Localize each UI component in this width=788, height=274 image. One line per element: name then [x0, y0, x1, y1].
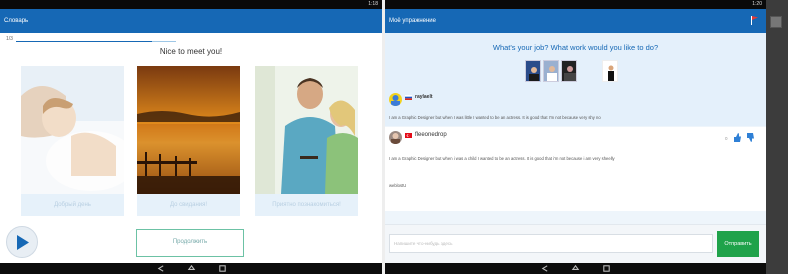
sunset-pier-image — [137, 66, 240, 194]
sleeping-woman-image — [21, 66, 124, 194]
home-icon[interactable] — [571, 264, 580, 273]
avatar[interactable] — [389, 93, 402, 106]
progress-bar — [16, 41, 176, 42]
russia-flag-icon — [405, 95, 412, 100]
job-photo-2[interactable] — [543, 60, 559, 82]
back-icon[interactable] — [540, 264, 549, 273]
smiling-couple-image — [255, 66, 358, 194]
comment-username[interactable]: raylaelt — [415, 94, 433, 100]
home-icon[interactable] — [187, 264, 196, 273]
card-caption: До свидания! — [137, 194, 240, 216]
thumbs-down-icon[interactable] — [746, 133, 754, 142]
answer-card-3[interactable]: Приятно познакомиться! — [255, 66, 358, 216]
comment-item: fleeonedrop I am a Graphic Designer but … — [385, 127, 766, 211]
card-caption: Приятно познакомиться! — [255, 194, 358, 216]
status-bar: 1:20 — [385, 0, 766, 9]
question-text: What's your job? What work would you lik… — [492, 43, 659, 52]
screen-title[interactable]: Словарь — [4, 18, 28, 24]
answer-card-2[interactable]: До свидания! — [137, 66, 240, 216]
recents-icon[interactable] — [218, 264, 227, 273]
play-audio-button[interactable] — [6, 226, 38, 258]
comment-username[interactable]: fleeonedrop — [415, 132, 447, 138]
app-bar: Словарь — [0, 9, 382, 33]
comment-extra-text: weblostU — [389, 183, 407, 188]
like-count: 0 — [725, 136, 728, 141]
avatar[interactable] — [389, 131, 402, 144]
recents-icon[interactable] — [602, 264, 611, 273]
side-panel — [766, 0, 788, 274]
comment-text: I am a Graphic Designer but when i was a… — [389, 156, 615, 161]
progress-label: 1/3 — [6, 36, 13, 42]
turkey-flag-icon — [405, 133, 412, 138]
system-nav-bar — [385, 263, 766, 274]
comment-item: raylaelt I am a Graphic Designer but whe… — [385, 88, 766, 126]
answer-card-1[interactable]: Добрый день — [21, 66, 124, 216]
status-time: 1:20 — [752, 1, 762, 7]
progress-fill — [16, 41, 152, 42]
play-icon — [17, 235, 29, 250]
question-panel: What's your job? What work would you lik… — [385, 33, 766, 88]
panel-toggle[interactable] — [770, 16, 782, 28]
greeting-title: Nice to meet you! — [159, 47, 223, 56]
job-photo-4[interactable] — [602, 60, 618, 82]
job-photo-3[interactable] — [561, 60, 577, 82]
back-icon[interactable] — [156, 264, 165, 273]
report-flag-icon[interactable] — [751, 16, 758, 25]
send-button[interactable]: Отправить — [717, 231, 759, 257]
message-input[interactable]: Напишите что-нибудь здесь — [389, 234, 713, 253]
job-photo-1[interactable] — [525, 60, 541, 82]
comment-text: I am a Graphic Designer but when I was l… — [389, 115, 601, 120]
screen-title[interactable]: Моё упражнение — [389, 18, 436, 24]
card-caption: Добрый день — [21, 194, 124, 216]
composer: Напишите что-нибудь здесь Отправить — [385, 224, 766, 263]
left-screen: 1:18 Словарь 1/3 Nice to meet you! Добры… — [0, 0, 382, 274]
status-time: 1:18 — [368, 1, 378, 7]
status-bar: 1:18 — [0, 0, 382, 9]
system-nav-bar — [0, 263, 382, 274]
app-bar: Моё упражнение — [385, 9, 766, 33]
thumbs-up-icon[interactable] — [733, 133, 741, 142]
right-screen: 1:20 Моё упражнение What's your job? Wha… — [385, 0, 766, 274]
continue-button[interactable]: Продолжить — [136, 229, 244, 257]
